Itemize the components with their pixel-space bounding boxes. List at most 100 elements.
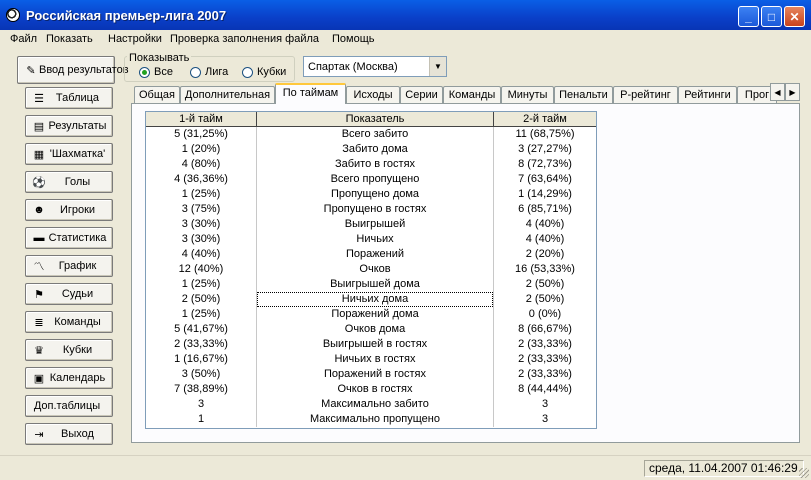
nav-button-9[interactable]: ♛ Кубки (25, 339, 113, 361)
cell-indicator[interactable]: Ничьих (256, 231, 494, 247)
table-row[interactable]: 3 (75%) Пропущено в гостях 6 (85,71%) (145, 201, 597, 217)
radio-cups-circle[interactable] (242, 66, 253, 78)
tab-7[interactable]: Пенальти (554, 86, 613, 104)
table-row[interactable]: 7 (38,89%) Очков в гостях 8 (44,44%) (145, 381, 597, 397)
nav-button-1[interactable]: ▤ Результаты (25, 115, 113, 137)
cell-second-half[interactable]: 0 (0%) (493, 306, 597, 322)
cell-indicator[interactable]: Всего пропущено (256, 171, 494, 187)
team-select[interactable]: Спартак (Москва) ▼ (303, 56, 447, 77)
cell-second-half[interactable]: 1 (14,29%) (493, 186, 597, 202)
radio-all[interactable]: Все (139, 66, 173, 78)
app-soccer-ball-icon[interactable] (6, 8, 20, 22)
cell-indicator[interactable]: Забито дома (256, 141, 494, 157)
menu-file[interactable]: Файл (10, 33, 37, 45)
radio-league-circle[interactable] (190, 66, 201, 78)
menu-help[interactable]: Помощь (332, 33, 375, 45)
cell-first-half[interactable]: 7 (38,89%) (145, 381, 257, 397)
cell-indicator[interactable]: Выигрышей в гостях (256, 336, 494, 352)
cell-second-half[interactable]: 6 (85,71%) (493, 201, 597, 217)
cell-indicator[interactable]: Максимально пропущено (256, 411, 494, 427)
table-row[interactable]: 1 Максимально пропущено 3 (145, 411, 597, 427)
cell-second-half[interactable]: 11 (68,75%) (493, 126, 597, 142)
cell-indicator[interactable]: Выигрышей дома (256, 276, 494, 292)
cell-indicator[interactable]: Очков (256, 261, 494, 277)
menu-show[interactable]: Показать (46, 33, 93, 45)
nav-button-10[interactable]: ▣ Календарь (25, 367, 113, 389)
cell-first-half[interactable]: 1 (25%) (145, 276, 257, 292)
table-row[interactable]: 5 (31,25%) Всего забито 11 (68,75%) (145, 126, 597, 142)
cell-indicator[interactable]: Поражений (256, 246, 494, 262)
cell-indicator[interactable]: Поражений в гостях (256, 366, 494, 382)
header-indicator[interactable]: Показатель (256, 111, 494, 127)
cell-second-half[interactable]: 2 (33,33%) (493, 366, 597, 382)
resize-grip-icon[interactable] (799, 468, 809, 478)
cell-second-half[interactable]: 2 (33,33%) (493, 336, 597, 352)
cell-second-half[interactable]: 3 (493, 411, 597, 427)
cell-second-half[interactable]: 16 (53,33%) (493, 261, 597, 277)
cell-first-half[interactable]: 4 (80%) (145, 156, 257, 172)
tab-0[interactable]: Общая (134, 86, 180, 104)
table-row[interactable]: 2 (50%) Ничьих дома 2 (50%) (145, 291, 597, 307)
nav-button-0[interactable]: ☰ Таблица (25, 87, 113, 109)
tab-1[interactable]: Дополнительная (180, 86, 275, 104)
tab-3[interactable]: Исходы (346, 86, 400, 104)
cell-second-half[interactable]: 8 (44,44%) (493, 381, 597, 397)
table-row[interactable]: 3 (50%) Поражений в гостях 2 (33,33%) (145, 366, 597, 382)
minimize-button[interactable]: _ (738, 6, 759, 27)
cell-first-half[interactable]: 5 (41,67%) (145, 321, 257, 337)
cell-indicator[interactable]: Ничьих в гостях (256, 351, 494, 367)
table-row[interactable]: 3 (30%) Ничьих 4 (40%) (145, 231, 597, 247)
title-bar[interactable]: Российская премьер-лига 2007 _ □ ✕ (0, 0, 811, 30)
halves-grid[interactable]: 1-й тайм Показатель 2-й тайм 5 (31,25%) В… (145, 111, 597, 429)
cell-first-half[interactable]: 4 (40%) (145, 246, 257, 262)
nav-button-4[interactable]: ☻ Игроки (25, 199, 113, 221)
cell-indicator[interactable]: Очков дома (256, 321, 494, 337)
cell-indicator[interactable]: Очков в гостях (256, 381, 494, 397)
cell-first-half[interactable]: 12 (40%) (145, 261, 257, 277)
tab-9[interactable]: Рейтинги (678, 86, 737, 104)
cell-second-half[interactable]: 2 (50%) (493, 291, 597, 307)
tab-2[interactable]: По таймам (275, 83, 346, 104)
cell-second-half[interactable]: 3 (493, 396, 597, 412)
cell-second-half[interactable]: 2 (33,33%) (493, 351, 597, 367)
table-row[interactable]: 1 (16,67%) Ничьих в гостях 2 (33,33%) (145, 351, 597, 367)
tab-scroll-left-icon[interactable]: ◀ (770, 83, 785, 101)
table-row[interactable]: 5 (41,67%) Очков дома 8 (66,67%) (145, 321, 597, 337)
cell-first-half[interactable]: 1 (20%) (145, 141, 257, 157)
tab-8[interactable]: Р-рейтинг (613, 86, 678, 104)
tab-4[interactable]: Серии (400, 86, 443, 104)
nav-button-5[interactable]: ▬ Статистика (25, 227, 113, 249)
table-row[interactable]: 3 Максимально забито 3 (145, 396, 597, 412)
table-row[interactable]: 1 (25%) Пропущено дома 1 (14,29%) (145, 186, 597, 202)
header-first-half[interactable]: 1-й тайм (145, 111, 257, 127)
table-row[interactable]: 4 (80%) Забито в гостях 8 (72,73%) (145, 156, 597, 172)
menu-settings[interactable]: Настройки (108, 33, 162, 45)
cell-first-half[interactable]: 3 (30%) (145, 216, 257, 232)
nav-button-6[interactable]: 〽 График (25, 255, 113, 277)
table-row[interactable]: 4 (40%) Поражений 2 (20%) (145, 246, 597, 262)
cell-indicator[interactable]: Ничьих дома (256, 291, 494, 307)
nav-button-2[interactable]: ▦ 'Шахматка' (25, 143, 113, 165)
maximize-button[interactable]: □ (761, 6, 782, 27)
cell-second-half[interactable]: 8 (66,67%) (493, 321, 597, 337)
tab-5[interactable]: Команды (443, 86, 501, 104)
cell-indicator[interactable]: Выигрышей (256, 216, 494, 232)
radio-all-circle[interactable] (139, 66, 150, 78)
table-row[interactable]: 2 (33,33%) Выигрышей в гостях 2 (33,33%) (145, 336, 597, 352)
nav-button-12[interactable]: ⇥ Выход (25, 423, 113, 445)
cell-second-half[interactable]: 2 (50%) (493, 276, 597, 292)
nav-button-3[interactable]: ⚽ Голы (25, 171, 113, 193)
cell-second-half[interactable]: 4 (40%) (493, 231, 597, 247)
cell-indicator[interactable]: Пропущено в гостях (256, 201, 494, 217)
cell-first-half[interactable]: 3 (30%) (145, 231, 257, 247)
cell-first-half[interactable]: 2 (50%) (145, 291, 257, 307)
nav-button-11[interactable]: Доп.таблицы (25, 395, 113, 417)
table-row[interactable]: 1 (20%) Забито дома 3 (27,27%) (145, 141, 597, 157)
table-row[interactable]: 12 (40%) Очков 16 (53,33%) (145, 261, 597, 277)
cell-second-half[interactable]: 4 (40%) (493, 216, 597, 232)
tab-6[interactable]: Минуты (501, 86, 554, 104)
nav-button-7[interactable]: ⚑ Судьи (25, 283, 113, 305)
cell-first-half[interactable]: 3 (50%) (145, 366, 257, 382)
cell-first-half[interactable]: 1 (16,67%) (145, 351, 257, 367)
cell-first-half[interactable]: 1 (25%) (145, 306, 257, 322)
